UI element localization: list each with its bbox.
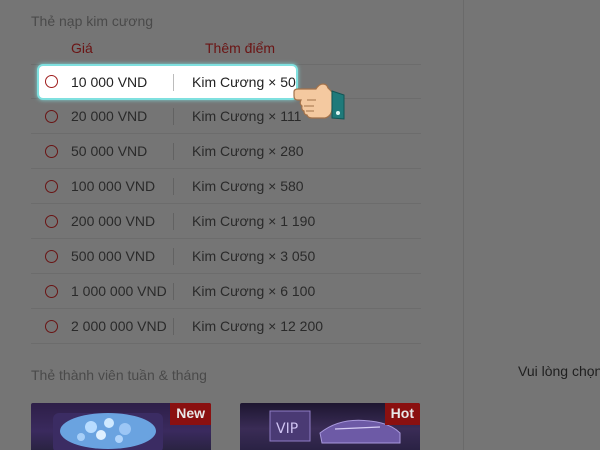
radio-button[interactable] xyxy=(45,250,58,263)
points-label: Kim Cương × 50 xyxy=(192,74,296,90)
price-label: 200 000 VND xyxy=(71,213,156,229)
price-row-7[interactable]: 1 000 000 VND Kim Cương × 6 100 xyxy=(31,274,421,309)
price-label: 1 000 000 VND xyxy=(71,283,167,299)
right-panel xyxy=(463,0,600,450)
price-row-6[interactable]: 500 000 VND Kim Cương × 3 050 xyxy=(31,239,421,274)
price-row-8[interactable]: 2 000 000 VND Kim Cương × 12 200 xyxy=(31,309,421,344)
price-label: 20 000 VND xyxy=(71,108,148,124)
radio-button[interactable] xyxy=(45,110,58,123)
column-divider xyxy=(173,213,174,230)
price-list: 20 000 VND Kim Cương × 111 50 000 VND Ki… xyxy=(31,64,421,344)
price-label: 500 000 VND xyxy=(71,248,156,264)
svg-text:VIP: VIP xyxy=(276,421,298,437)
points-label: Kim Cương × 12 200 xyxy=(192,318,324,334)
column-divider xyxy=(173,178,174,195)
radio-button[interactable] xyxy=(45,215,58,228)
points-label: Kim Cương × 1 190 xyxy=(192,213,316,229)
column-divider xyxy=(173,143,174,160)
radio-button[interactable] xyxy=(45,145,58,158)
price-label: 10 000 VND xyxy=(71,74,148,90)
points-column-header: Thêm điểm xyxy=(205,40,276,56)
radio-button[interactable] xyxy=(45,320,58,333)
select-prompt: Vui lòng chọn xyxy=(518,363,600,379)
price-row-1-selected[interactable]: 10 000 VND Kim Cương × 50 xyxy=(37,64,298,100)
diamond-cards-title: Thẻ nạp kim cương xyxy=(31,13,154,29)
price-row-4[interactable]: 100 000 VND Kim Cương × 580 xyxy=(31,169,421,204)
membership-title: Thẻ thành viên tuần & tháng xyxy=(31,367,207,383)
points-label: Kim Cương × 111 xyxy=(192,108,302,124)
points-label: Kim Cương × 6 100 xyxy=(192,283,316,299)
column-divider xyxy=(173,108,174,125)
hot-badge: Hot xyxy=(384,403,420,425)
price-row-3[interactable]: 50 000 VND Kim Cương × 280 xyxy=(31,134,421,169)
points-label: Kim Cương × 280 xyxy=(192,143,304,159)
column-divider xyxy=(173,248,174,265)
column-divider xyxy=(173,74,174,91)
price-column-header: Giá xyxy=(71,40,93,56)
price-label: 2 000 000 VND xyxy=(71,318,167,334)
radio-button[interactable] xyxy=(45,285,58,298)
main-panel: Thẻ nạp kim cương Giá Thêm điểm 20 000 V… xyxy=(0,0,463,450)
price-row-2[interactable]: 20 000 VND Kim Cương × 111 xyxy=(31,99,421,134)
column-divider xyxy=(173,318,174,335)
price-label: 50 000 VND xyxy=(71,143,148,159)
table-header: Giá Thêm điểm xyxy=(31,38,421,60)
points-label: Kim Cương × 580 xyxy=(192,178,304,194)
membership-card-new[interactable]: New xyxy=(31,403,211,450)
price-label: 100 000 VND xyxy=(71,178,156,194)
pointing-hand-icon xyxy=(293,83,345,120)
new-badge: New xyxy=(170,403,211,425)
price-row-5[interactable]: 200 000 VND Kim Cương × 1 190 xyxy=(31,204,421,239)
points-label: Kim Cương × 3 050 xyxy=(192,248,316,264)
column-divider xyxy=(173,283,174,300)
membership-card-hot[interactable]: VIP Hot xyxy=(240,403,420,450)
radio-button[interactable] xyxy=(45,75,58,88)
radio-button[interactable] xyxy=(45,180,58,193)
